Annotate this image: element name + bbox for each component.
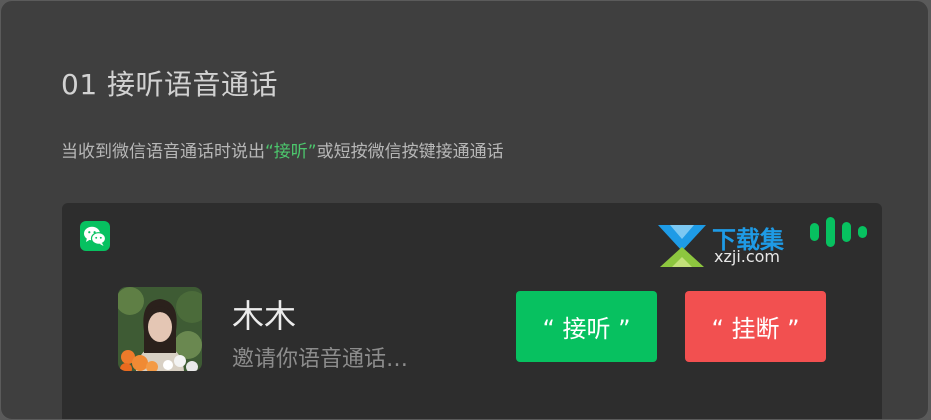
section-title: 01 接听语音通话: [61, 68, 279, 101]
call-status-text: 邀请你语音通话…: [232, 347, 409, 372]
description-text-after: 或短按微信按键接通通话: [316, 142, 504, 162]
description-highlight: “接听”: [265, 142, 317, 162]
feature-panel: 01 接听语音通话 当收到微信语音通话时说出“接听”或短按微信按键接通通话 下载…: [0, 0, 929, 420]
description-text-before: 当收到微信语音通话时说出: [61, 142, 265, 162]
watermark-url: xzji.com: [714, 247, 781, 266]
caller-avatar: [118, 287, 202, 371]
download-arrow-icon: [658, 225, 706, 267]
hangup-button[interactable]: “ 挂断 ”: [685, 291, 826, 362]
section-description: 当收到微信语音通话时说出“接听”或短按微信按键接通通话: [61, 137, 504, 162]
answer-button[interactable]: “ 接听 ”: [516, 291, 657, 362]
caller-name: 木木: [232, 297, 297, 335]
incoming-call-card: 下载集 xzji.com 木木 邀请你语音通话… “ 接听 ” “ 挂断 ”: [62, 203, 882, 419]
wechat-icon: [80, 221, 110, 251]
watermark-logo: 下载集 xzji.com: [654, 217, 804, 273]
